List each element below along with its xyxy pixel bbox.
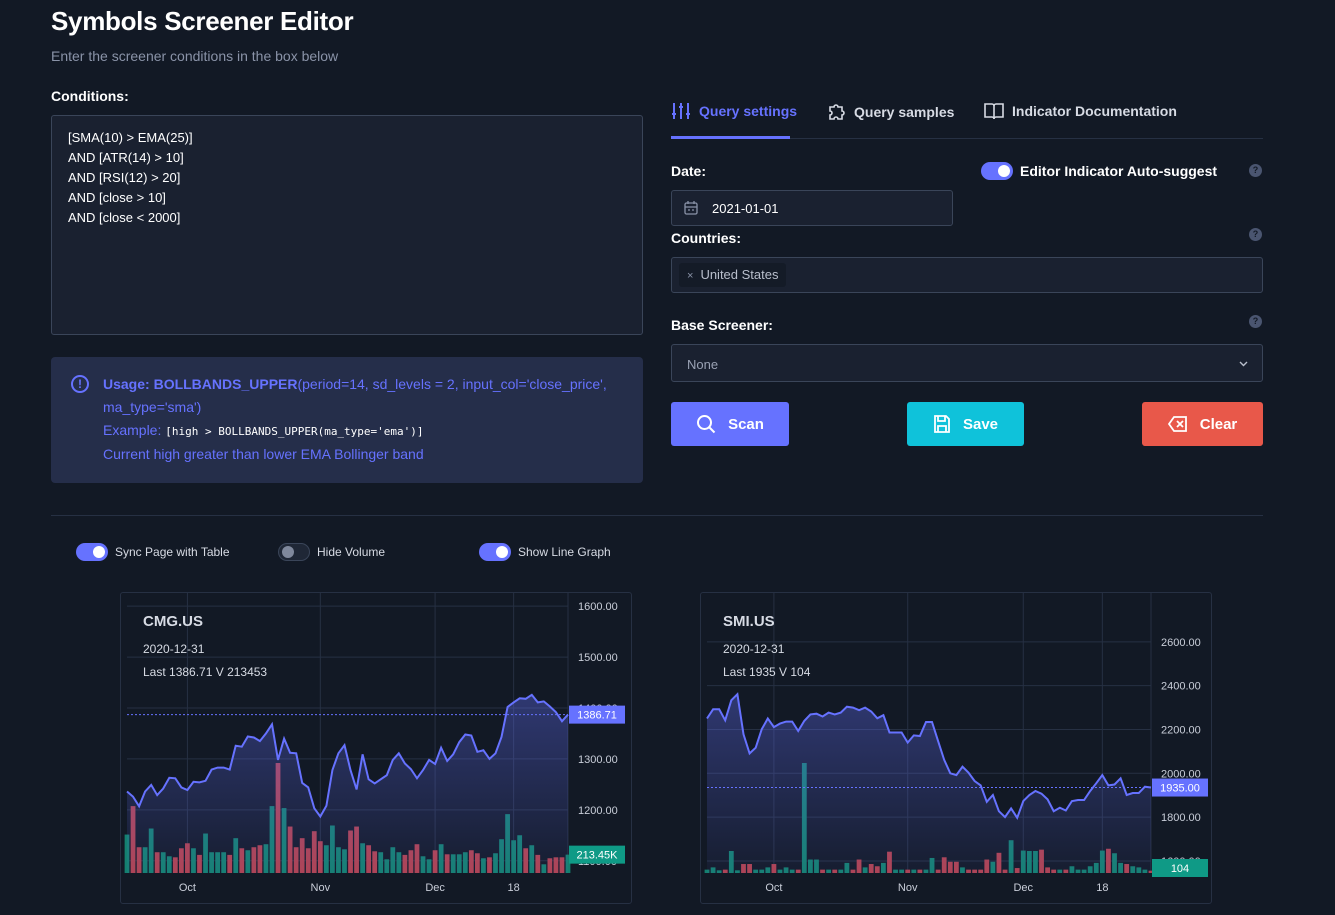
y-tick-label: 1200.00 — [578, 805, 618, 817]
chart-date: 2020-12-31 — [143, 642, 205, 656]
help-icon[interactable]: ? — [1249, 228, 1262, 241]
search-icon — [697, 415, 716, 434]
base-screener-select[interactable]: None — [671, 344, 1263, 382]
chevron-down-icon — [1239, 361, 1248, 367]
chart-symbol: SMI.US — [723, 613, 775, 630]
usage-description: Current high greater than lower EMA Boll… — [103, 446, 424, 462]
calendar-icon — [684, 201, 698, 215]
chart-info: Last 1935 V 104 — [723, 665, 811, 679]
x-tick-label: 18 — [508, 882, 520, 894]
y-tick-label: 1600.00 — [578, 601, 618, 613]
scan-button[interactable]: Scan — [671, 402, 789, 446]
usage-function: BOLLBANDS_UPPER — [153, 376, 298, 392]
tab-label: Indicator Documentation — [1012, 103, 1177, 119]
remove-chip-icon[interactable]: × — [687, 270, 693, 282]
y-tick-label: 1300.00 — [578, 754, 618, 766]
chart-cmg[interactable]: 1600.001500.001400.001300.001200.001100.… — [120, 592, 632, 904]
conditions-label: Conditions: — [51, 88, 129, 104]
cmg-chart-svg[interactable]: 1600.001500.001400.001300.001200.001100.… — [121, 593, 631, 903]
smi-chart-svg[interactable]: 2600.002400.002200.002000.001800.001600.… — [701, 593, 1211, 903]
y-tick-label: 2200.00 — [1161, 724, 1201, 736]
clear-label: Clear — [1199, 415, 1238, 433]
countries-multiselect[interactable]: × United States — [671, 257, 1263, 293]
usage-label: Usage: — [103, 376, 150, 392]
y-tick-label: 2400.00 — [1161, 681, 1201, 693]
hide-volume-label: Hide Volume — [317, 545, 386, 559]
condition-line: AND [ATR(14) > 10] — [68, 150, 184, 165]
base-screener-label: Base Screener: — [671, 317, 773, 333]
x-tick-label: Nov — [311, 882, 331, 894]
x-tick-label: Oct — [179, 882, 196, 894]
condition-line: AND [close < 2000] — [68, 210, 181, 225]
usage-hint-box: ! Usage: BOLLBANDS_UPPER(period=14, sd_l… — [51, 357, 643, 483]
y-tick-label: 1500.00 — [578, 652, 618, 664]
save-label: Save — [962, 415, 999, 433]
show-line-graph-label: Show Line Graph — [518, 545, 611, 559]
date-label: Date: — [671, 163, 707, 179]
tab-indicator-documentation[interactable]: Indicator Documentation — [984, 102, 1177, 120]
x-tick-label: Dec — [1013, 882, 1033, 894]
puzzle-icon — [829, 104, 845, 120]
countries-label: Countries: — [671, 230, 741, 246]
chart-symbol: CMG.US — [143, 613, 203, 630]
help-icon[interactable]: ? — [1249, 315, 1262, 328]
tab-query-samples[interactable]: Query samples — [826, 102, 954, 122]
help-icon[interactable]: ? — [1249, 164, 1262, 177]
autosuggest-label: Editor Indicator Auto-suggest — [1020, 163, 1218, 179]
section-divider — [51, 515, 1263, 516]
condition-line: AND [close > 10] — [68, 190, 166, 205]
chart-date: 2020-12-31 — [723, 642, 785, 656]
scan-label: Scan — [728, 415, 764, 433]
last-volume-label: 213.45K — [577, 850, 619, 862]
x-tick-label: Oct — [765, 882, 782, 894]
backspace-icon — [1167, 416, 1187, 432]
x-tick-label: Dec — [425, 882, 445, 894]
alert-circle-icon: ! — [71, 375, 89, 393]
conditions-editor[interactable]: [SMA(10) > EMA(25)] AND [ATR(14) > 10] A… — [51, 115, 643, 335]
book-icon — [984, 103, 1004, 120]
tab-label: Query settings — [699, 103, 798, 119]
chart-info: Last 1386.71 V 213453 — [143, 665, 268, 679]
chart-smi[interactable]: 2600.002400.002200.002000.001800.001600.… — [700, 592, 1212, 904]
save-button[interactable]: Save — [907, 402, 1024, 446]
active-tab-indicator — [671, 136, 790, 139]
sync-page-label: Sync Page with Table — [115, 545, 230, 559]
clear-button[interactable]: Clear — [1142, 402, 1263, 446]
x-tick-label: 18 — [1096, 882, 1108, 894]
example-code: [high > BOLLBANDS_UPPER(ma_type='ema')] — [165, 425, 424, 438]
country-chip-label: United States — [700, 267, 779, 282]
sliders-icon — [672, 103, 690, 119]
autosuggest-toggle[interactable] — [981, 162, 1013, 180]
floppy-disk-icon — [934, 415, 950, 433]
x-tick-label: Nov — [898, 882, 918, 894]
show-line-graph-toggle[interactable] — [479, 543, 511, 561]
y-tick-label: 2600.00 — [1161, 637, 1201, 649]
date-input[interactable]: 2021-01-01 — [671, 190, 953, 226]
condition-line: [SMA(10) > EMA(25)] — [68, 130, 193, 145]
last-price-label: 1386.71 — [577, 710, 617, 722]
sync-page-toggle[interactable] — [76, 543, 108, 561]
condition-line: AND [RSI(12) > 20] — [68, 170, 181, 185]
hide-volume-toggle[interactable] — [278, 543, 310, 561]
example-label: Example: — [103, 422, 162, 438]
tab-query-settings[interactable]: Query settings — [671, 102, 797, 120]
tab-label: Query samples — [854, 104, 955, 120]
y-tick-label: 1800.00 — [1161, 812, 1201, 824]
y-tick-label: 2000.00 — [1161, 768, 1201, 780]
base-screener-value: None — [687, 357, 719, 372]
last-volume-label: 104 — [1171, 863, 1189, 875]
last-price-label: 1935.00 — [1160, 783, 1200, 795]
date-value: 2021-01-01 — [712, 201, 779, 216]
page-title: Symbols Screener Editor — [51, 6, 354, 36]
country-chip: × United States — [679, 263, 787, 287]
page-subtitle: Enter the screener conditions in the box… — [51, 48, 339, 64]
